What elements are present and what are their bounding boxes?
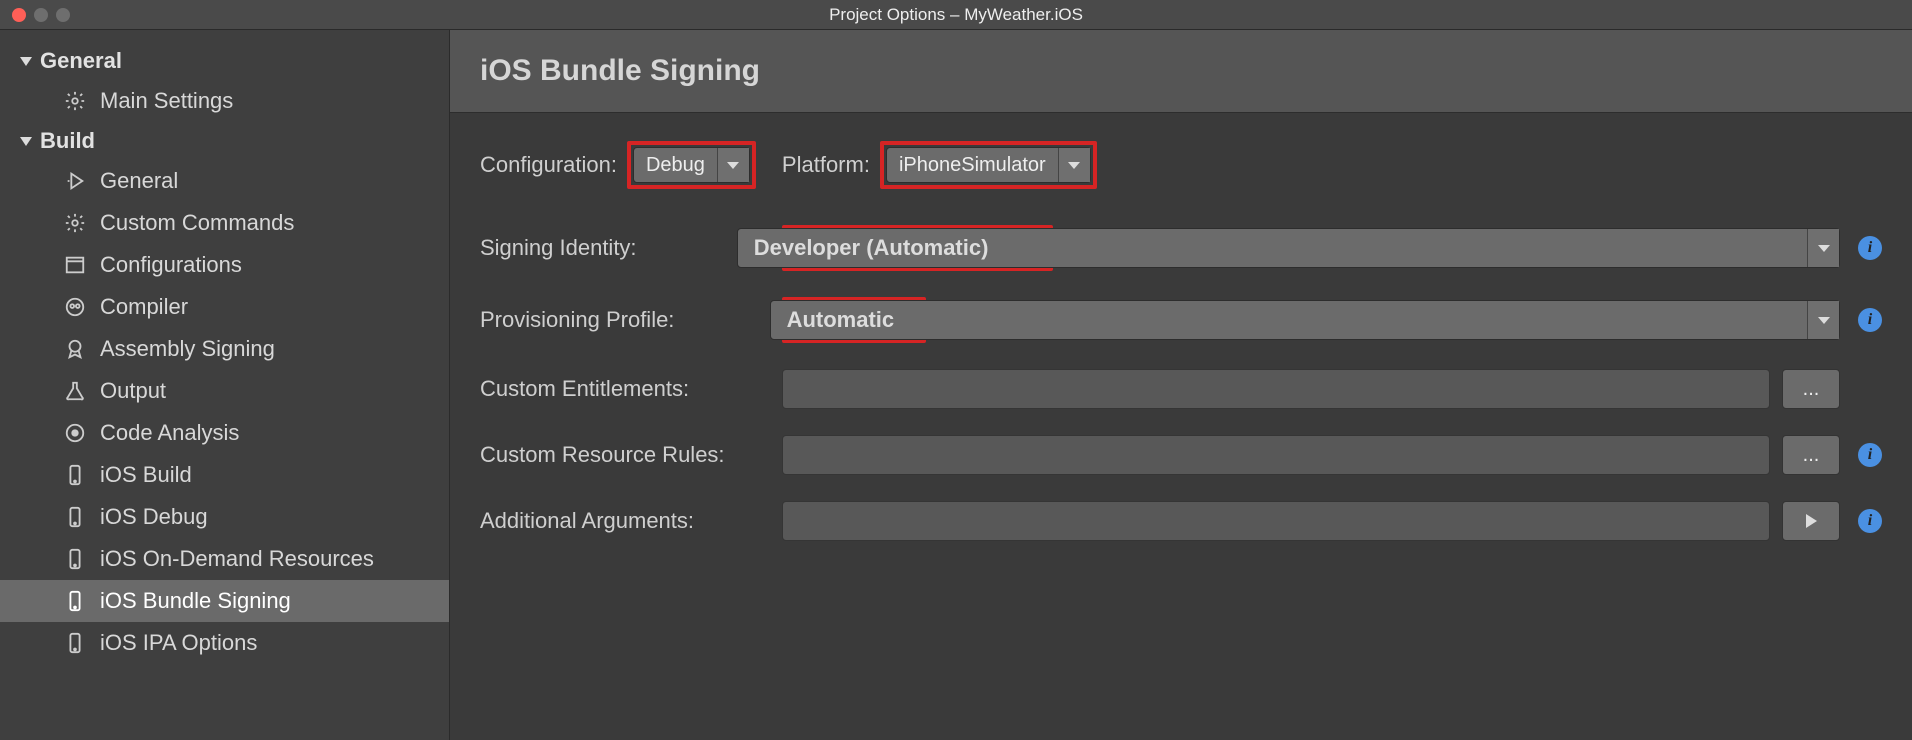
highlight-platform: iPhoneSimulator (880, 141, 1097, 189)
sidebar-item-compiler[interactable]: Compiler (0, 286, 449, 328)
info-icon[interactable]: i (1858, 509, 1882, 533)
sidebar-section-general[interactable]: General (0, 42, 449, 80)
sidebar-item-main-settings[interactable]: Main Settings (0, 80, 449, 122)
main-panel: iOS Bundle Signing Configuration: Debug … (450, 30, 1912, 740)
custom-entitlements-label: Custom Entitlements: (480, 376, 770, 402)
chevron-down-icon (20, 57, 32, 66)
close-window-button[interactable] (12, 8, 26, 22)
sidebar-item-ios-bundle-signing[interactable]: iOS Bundle Signing (0, 580, 449, 622)
phone-icon (64, 590, 86, 612)
main-container: General Main Settings Build General Cust… (0, 30, 1912, 740)
chevron-down-icon (717, 148, 749, 182)
sidebar-item-ios-ondemand[interactable]: iOS On-Demand Resources (0, 538, 449, 580)
provisioning-profile-label: Provisioning Profile: (480, 307, 770, 333)
sidebar-item-label: iOS Bundle Signing (100, 588, 291, 614)
sidebar-item-label: iOS On-Demand Resources (100, 546, 374, 572)
phone-icon (64, 506, 86, 528)
signing-identity-dropdown[interactable]: Developer (Automatic) (737, 228, 1840, 268)
platform-dropdown[interactable]: iPhoneSimulator (886, 147, 1091, 183)
platform-label: Platform: (782, 152, 870, 178)
target-icon (64, 422, 86, 444)
sidebar-item-label: General (100, 168, 178, 194)
play-icon (1806, 514, 1817, 528)
maximize-window-button[interactable] (56, 8, 70, 22)
custom-resource-rules-input[interactable] (782, 435, 1770, 475)
sidebar-item-ios-ipa[interactable]: iOS IPA Options (0, 622, 449, 664)
gear-icon (64, 212, 86, 234)
sidebar-item-label: Configurations (100, 252, 242, 278)
panel-title: iOS Bundle Signing (480, 54, 1882, 88)
dropdown-value: Debug (634, 148, 717, 182)
minimize-window-button[interactable] (34, 8, 48, 22)
phone-icon (64, 464, 86, 486)
custom-entitlements-input[interactable] (782, 369, 1770, 409)
info-icon[interactable]: i (1858, 443, 1882, 467)
flask-icon (64, 380, 86, 402)
additional-arguments-row: Additional Arguments: i (480, 501, 1882, 541)
window-title: Project Options – MyWeather.iOS (829, 5, 1083, 25)
gear-icon (64, 90, 86, 112)
sidebar-item-configurations[interactable]: Configurations (0, 244, 449, 286)
sidebar-item-label: Main Settings (100, 88, 233, 114)
dropdown-value: iPhoneSimulator (887, 148, 1058, 182)
sidebar-item-custom-commands[interactable]: Custom Commands (0, 202, 449, 244)
info-icon[interactable]: i (1858, 308, 1882, 332)
sidebar-item-ios-debug[interactable]: iOS Debug (0, 496, 449, 538)
sidebar-item-label: Code Analysis (100, 420, 239, 446)
info-icon[interactable]: i (1858, 236, 1882, 260)
sidebar-item-label: iOS Debug (100, 504, 208, 530)
titlebar: Project Options – MyWeather.iOS (0, 0, 1912, 30)
play-icon (64, 170, 86, 192)
config-row: Configuration: Debug Platform: iPhoneSim… (480, 141, 1882, 189)
phone-icon (64, 632, 86, 654)
robot-icon (64, 296, 86, 318)
chevron-down-icon (1807, 229, 1839, 267)
section-label: General (40, 48, 122, 74)
window-controls (0, 8, 70, 22)
provisioning-profile-row: Provisioning Profile: Automatic Automati… (480, 297, 1882, 343)
custom-resource-rules-label: Custom Resource Rules: (480, 442, 770, 468)
signing-identity-row: Signing Identity: Developer (Automatic) … (480, 225, 1882, 271)
browse-entitlements-button[interactable]: ... (1782, 369, 1840, 409)
badge-icon (64, 338, 86, 360)
sidebar-item-label: iOS Build (100, 462, 192, 488)
configuration-dropdown[interactable]: Debug (633, 147, 750, 183)
sidebar: General Main Settings Build General Cust… (0, 30, 450, 740)
phone-icon (64, 548, 86, 570)
chevron-down-icon (1807, 301, 1839, 339)
dropdown-value: Developer (Automatic) (738, 229, 1005, 267)
chevron-down-icon (20, 137, 32, 146)
sidebar-item-label: Custom Commands (100, 210, 294, 236)
sidebar-item-label: Assembly Signing (100, 336, 275, 362)
configuration-label: Configuration: (480, 152, 617, 178)
sidebar-item-assembly-signing[interactable]: Assembly Signing (0, 328, 449, 370)
sidebar-item-label: iOS IPA Options (100, 630, 257, 656)
sidebar-item-label: Output (100, 378, 166, 404)
section-label: Build (40, 128, 95, 154)
run-arguments-button[interactable] (1782, 501, 1840, 541)
provisioning-profile-dropdown[interactable]: Automatic (770, 300, 1840, 340)
custom-resource-rules-row: Custom Resource Rules: ... i (480, 435, 1882, 475)
chevron-down-icon (1058, 148, 1090, 182)
highlight-configuration: Debug (627, 141, 756, 189)
window-icon (64, 254, 86, 276)
sidebar-item-code-analysis[interactable]: Code Analysis (0, 412, 449, 454)
custom-entitlements-row: Custom Entitlements: ... (480, 369, 1882, 409)
sidebar-item-output[interactable]: Output (0, 370, 449, 412)
browse-resource-rules-button[interactable]: ... (1782, 435, 1840, 475)
dropdown-value: Automatic (771, 301, 911, 339)
panel-body: Configuration: Debug Platform: iPhoneSim… (450, 113, 1912, 595)
sidebar-item-ios-build[interactable]: iOS Build (0, 454, 449, 496)
sidebar-item-label: Compiler (100, 294, 188, 320)
signing-identity-label: Signing Identity: (480, 235, 770, 261)
additional-arguments-input[interactable] (782, 501, 1770, 541)
sidebar-item-build-general[interactable]: General (0, 160, 449, 202)
sidebar-section-build[interactable]: Build (0, 122, 449, 160)
additional-arguments-label: Additional Arguments: (480, 508, 770, 534)
panel-header: iOS Bundle Signing (450, 30, 1912, 113)
